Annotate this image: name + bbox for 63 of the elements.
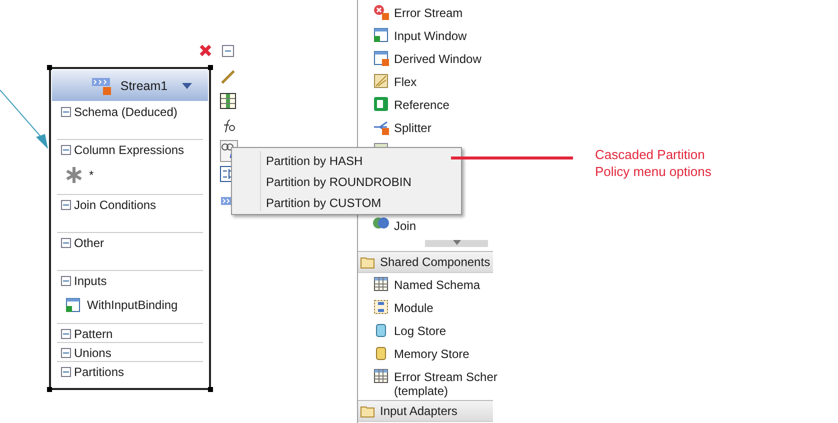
palette-group-header[interactable]: Input Adapters bbox=[358, 400, 493, 422]
reference-icon bbox=[373, 96, 389, 112]
window-icon bbox=[65, 297, 81, 313]
palette-item[interactable]: Derived Window bbox=[358, 50, 482, 73]
annotation-text: Cascaded Partition Policy menu options bbox=[595, 146, 712, 180]
collapse-icon[interactable] bbox=[61, 145, 71, 155]
splitter-icon bbox=[373, 119, 389, 135]
section-title: Unions bbox=[74, 346, 112, 360]
palette-item[interactable]: Memory Store bbox=[358, 345, 470, 368]
error-stream-icon bbox=[373, 4, 389, 20]
grid-icon bbox=[373, 368, 389, 384]
section-item: WithInputBinding bbox=[87, 298, 178, 312]
palette-item[interactable]: Flex bbox=[358, 73, 417, 96]
collapse-icon[interactable] bbox=[61, 238, 71, 248]
section-title: Pattern bbox=[74, 327, 113, 341]
join-icon bbox=[373, 217, 389, 229]
collapse-icon[interactable] bbox=[61, 107, 71, 117]
menu-item[interactable]: Partition by ROUNDROBIN bbox=[232, 171, 461, 192]
palette-group-header[interactable]: Shared Components bbox=[358, 251, 493, 273]
cylinder-icon bbox=[373, 322, 389, 338]
resize-handle[interactable] bbox=[208, 65, 213, 70]
palette-item[interactable]: Named Schema bbox=[358, 276, 480, 299]
section-title: Schema (Deduced) bbox=[74, 105, 178, 119]
resize-handle[interactable] bbox=[47, 387, 52, 392]
section-title: Partitions bbox=[74, 365, 124, 379]
asterisk-icon bbox=[65, 166, 83, 184]
scroll-bar[interactable] bbox=[425, 240, 488, 247]
palette-item[interactable]: Input Window bbox=[358, 27, 467, 50]
window-icon bbox=[373, 50, 389, 66]
palette-item[interactable]: Join bbox=[358, 217, 416, 240]
palette-item[interactable]: Error Stream Scher (template) bbox=[358, 368, 498, 398]
collapse-icon[interactable] bbox=[61, 276, 71, 286]
grid-icon bbox=[373, 276, 389, 292]
module-icon bbox=[373, 299, 389, 315]
resize-handle[interactable] bbox=[208, 387, 213, 392]
section-title: Inputs bbox=[74, 274, 107, 288]
section-item: * bbox=[89, 168, 94, 182]
section-title: Column Expressions bbox=[74, 143, 184, 157]
menu-item[interactable]: Partition by CUSTOM bbox=[232, 192, 461, 213]
window-icon bbox=[373, 27, 389, 43]
pencil-icon bbox=[220, 68, 236, 84]
collapse-icon bbox=[222, 45, 234, 57]
tool-button[interactable] bbox=[220, 93, 236, 109]
section-title: Join Conditions bbox=[74, 198, 156, 212]
collapse-icon[interactable] bbox=[61, 200, 71, 210]
node-title: Stream1 bbox=[120, 78, 168, 92]
collapse-icon[interactable] bbox=[61, 329, 71, 339]
dropdown-icon[interactable] bbox=[182, 83, 192, 89]
menu-item[interactable]: Partition by HASH bbox=[232, 150, 461, 171]
palette-item[interactable]: Splitter bbox=[358, 119, 432, 142]
palette-item[interactable]: Log Store bbox=[358, 322, 446, 345]
palette-item[interactable]: Reference bbox=[358, 96, 450, 119]
palette-item[interactable]: Error Stream bbox=[358, 4, 463, 27]
cylinder-icon bbox=[373, 345, 389, 361]
close-icon[interactable] bbox=[199, 44, 212, 57]
collapse-icon[interactable] bbox=[61, 367, 71, 377]
flex-icon bbox=[373, 73, 389, 89]
resize-handle[interactable] bbox=[47, 65, 52, 70]
grid-icon bbox=[220, 93, 236, 109]
arrow bbox=[0, 90, 50, 150]
collapse-icon[interactable] bbox=[61, 348, 71, 358]
section-title: Other bbox=[74, 236, 104, 250]
palette-item[interactable]: Module bbox=[358, 299, 434, 322]
